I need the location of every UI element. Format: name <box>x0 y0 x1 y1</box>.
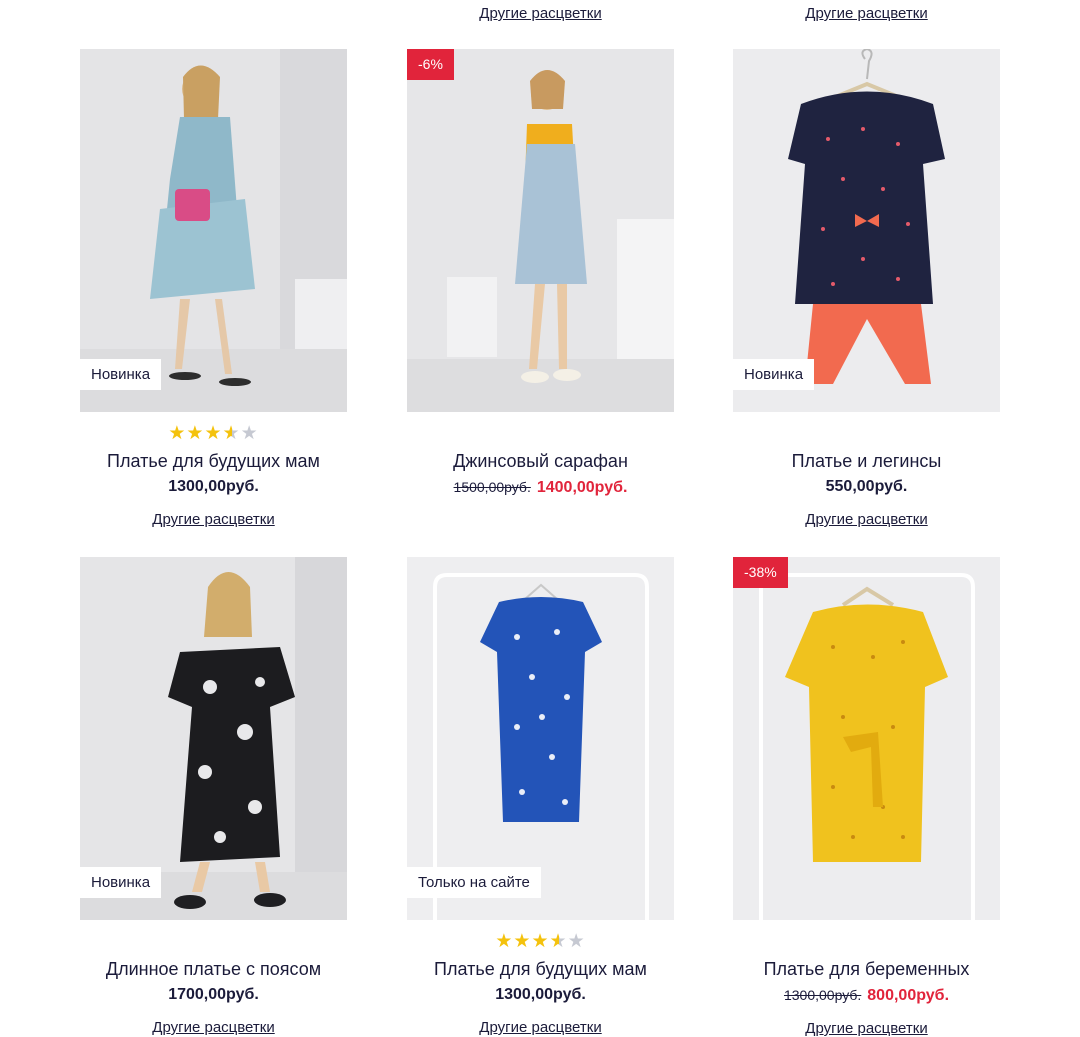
star-full-icon: ★ <box>168 423 187 444</box>
product-card[interactable]: -6% Джинсовый сарафан 1500,00руб. 1400,00… <box>407 49 674 497</box>
star-half-icon: ★ <box>222 423 241 444</box>
rating-stars: ★★★★★ <box>80 424 347 444</box>
product-price: 1700,00руб. <box>80 986 347 1004</box>
rating-stars-empty <box>407 424 674 444</box>
product-image[interactable]: Новинка <box>733 49 1000 412</box>
star-empty-icon: ★ <box>240 423 259 444</box>
product-price: 550,00руб. <box>733 478 1000 496</box>
product-name[interactable]: Платье для будущих мам <box>80 451 347 471</box>
other-colors-link[interactable]: Другие расцветки <box>80 511 347 528</box>
star-full-icon: ★ <box>186 423 205 444</box>
other-colors-link[interactable]: Другие расцветки <box>80 1019 347 1036</box>
other-colors-link[interactable]: Другие расцветки <box>733 1020 1000 1037</box>
new-badge: Новинка <box>80 867 162 898</box>
product-name[interactable]: Джинсовый сарафан <box>407 451 674 471</box>
star-full-icon: ★ <box>513 931 532 952</box>
product-name[interactable]: Платье для будущих мам <box>407 959 674 979</box>
product-price: 1300,00руб. 800,00руб. <box>733 986 1000 1005</box>
product-name[interactable]: Длинное платье с поясом <box>80 959 347 979</box>
product-card[interactable]: Новинка ★★★★★ Платье для будущих мам 130… <box>80 49 347 528</box>
rating-stars-empty <box>733 424 1000 444</box>
current-price: 1300,00руб. <box>168 478 259 495</box>
new-badge: Новинка <box>733 359 815 390</box>
product-price: 1300,00руб. <box>80 478 347 496</box>
old-price: 1300,00руб. <box>783 987 862 1003</box>
other-colors-link[interactable]: Другие расцветки <box>407 5 674 22</box>
other-colors-link[interactable]: Другие расцветки <box>733 5 1000 22</box>
rating-stars-empty <box>733 932 1000 952</box>
product-image[interactable]: -6% <box>407 49 674 412</box>
current-price: 1300,00руб. <box>495 986 586 1003</box>
other-colors-link[interactable]: Другие расцветки <box>733 511 1000 528</box>
sale-price: 1400,00руб. <box>536 479 628 496</box>
star-empty-icon: ★ <box>567 931 586 952</box>
new-badge: Новинка <box>80 359 162 390</box>
star-full-icon: ★ <box>204 423 223 444</box>
product-price: 1500,00руб. 1400,00руб. <box>407 478 674 497</box>
current-price: 550,00руб. <box>825 478 908 495</box>
current-price: 1700,00руб. <box>168 986 259 1003</box>
product-card[interactable]: -38% Платье для беременных 1300,00руб. 80… <box>733 557 1000 1037</box>
old-price: 1500,00руб. <box>453 479 531 495</box>
product-card[interactable]: Только на сайте ★★★★★ Платье для будущих… <box>407 557 674 1036</box>
product-image[interactable]: Только на сайте <box>407 557 674 920</box>
rating-stars-empty <box>80 932 347 952</box>
product-image[interactable]: Новинка <box>80 557 347 920</box>
web-only-badge: Только на сайте <box>407 867 541 898</box>
product-price: 1300,00руб. <box>407 986 674 1004</box>
product-card[interactable]: Новинка Длинное платье с поясом 1700,00р… <box>80 557 347 1036</box>
product-name[interactable]: Платье для беременных <box>733 959 1000 979</box>
star-half-icon: ★ <box>549 931 568 952</box>
discount-badge: -38% <box>733 557 788 588</box>
product-image[interactable]: Новинка <box>80 49 347 412</box>
star-full-icon: ★ <box>495 931 514 952</box>
discount-badge: -6% <box>407 49 454 80</box>
product-image[interactable]: -38% <box>733 557 1000 920</box>
product-card[interactable]: Новинка Платье и легинсы 550,00руб. Друг… <box>733 49 1000 528</box>
rating-stars: ★★★★★ <box>407 932 674 952</box>
star-full-icon: ★ <box>531 931 550 952</box>
sale-price: 800,00руб. <box>867 987 950 1004</box>
product-name[interactable]: Платье и легинсы <box>733 451 1000 471</box>
other-colors-link[interactable]: Другие расцветки <box>407 1019 674 1036</box>
